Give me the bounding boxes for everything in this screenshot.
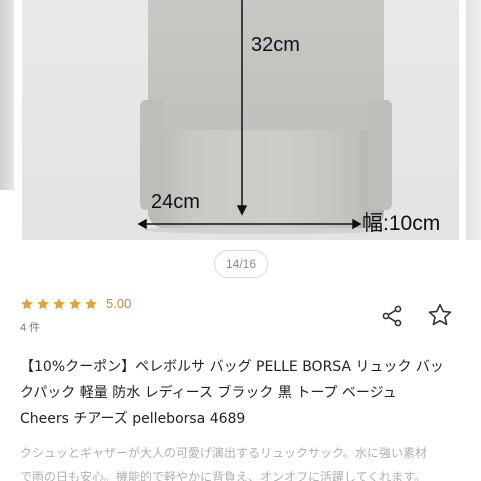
share-button[interactable] — [378, 302, 406, 330]
star-icon — [53, 297, 65, 309]
depth-dimension-label: 幅:10cm — [362, 212, 441, 235]
share-icon — [382, 305, 402, 327]
product-title-line: Cheers チアーズ pelleborsa 4689 — [20, 411, 246, 427]
star-icon — [85, 297, 97, 309]
star-icon — [37, 297, 49, 309]
star-icon — [69, 297, 81, 309]
product-title-line: クパック 軽量 防水 レディース ブラック 黒 トープ ベージュ — [20, 385, 397, 401]
description-line: クシュッとギャザーが大人の可愛げ演出するリュックサック。水に強い素材 — [20, 446, 428, 460]
star-outline-icon — [428, 303, 452, 326]
product-title-line: 【10%クーポン】ペレボルサ バッグ PELLE BORSA リュック バッ — [20, 359, 444, 375]
product-image-gallery[interactable]: 32cm 24cm 幅:10cm — [0, 0, 481, 244]
favorite-button[interactable] — [426, 301, 454, 329]
product-description: クシュッとギャザーが大人の可愛げ演出するリュックサック。水に強い素材 で雨の日も… — [20, 441, 466, 481]
review-count[interactable]: 4 件 — [20, 319, 40, 335]
description-line: で雨の日も安心。機能的で軽やかに背負え、オンオフに活躍してくれます。 — [20, 470, 427, 481]
rating-stars[interactable]: 5.00 — [20, 296, 131, 311]
rating-value: 5.00 — [106, 296, 132, 311]
image-pager: 14/16 — [214, 250, 268, 278]
product-title: 【10%クーポン】ペレボルサ バッグ PELLE BORSA リュック バッ ク… — [20, 354, 466, 432]
star-icon — [21, 297, 33, 309]
height-dimension-label: 32cm — [251, 34, 300, 56]
width-dimension-label: 24cm — [151, 191, 200, 213]
